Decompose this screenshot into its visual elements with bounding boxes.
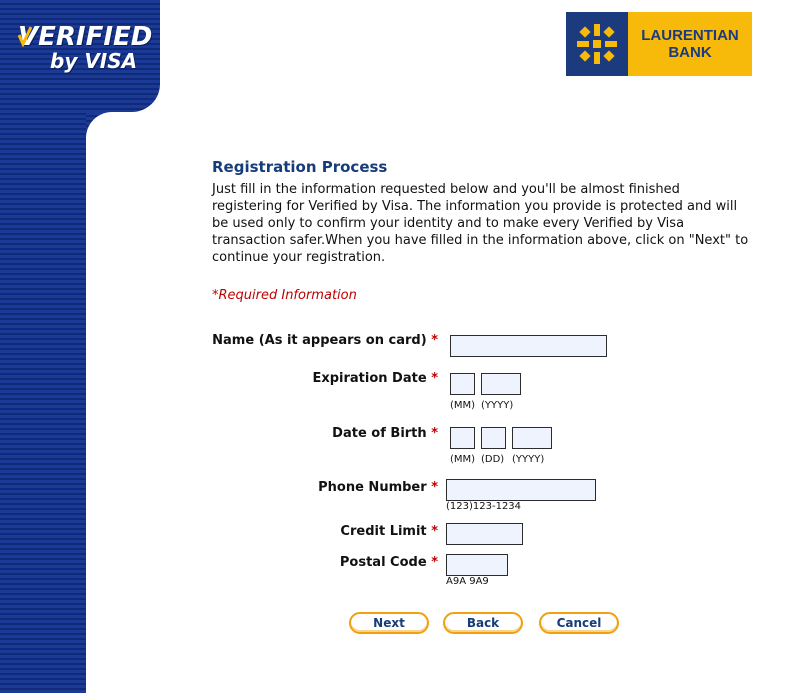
verified-by-visa-logo: VERIFIED by VISA	[18, 22, 153, 73]
phone-hint: (123)123-1234	[446, 501, 522, 512]
maple-emblem-icon	[566, 12, 628, 76]
name-input[interactable]	[450, 335, 607, 357]
logo-line-by-visa: by VISA	[50, 49, 138, 73]
dob-month-input[interactable]	[450, 427, 475, 449]
required-star: *	[431, 371, 438, 386]
required-star: *	[431, 426, 438, 441]
name-label: Name (As it appears on card) *	[212, 333, 438, 348]
page-title: Registration Process	[212, 158, 388, 176]
dob-label-text: Date of Birth	[332, 426, 427, 441]
bank-name: LAURENTIAN BANK	[628, 12, 752, 76]
next-button[interactable]: Next	[349, 612, 429, 634]
registration-intro: Registration Process Just fill in the in…	[212, 158, 752, 266]
postal-code-input[interactable]	[446, 554, 508, 576]
dob-label: Date of Birth *	[332, 426, 438, 441]
required-star: *	[431, 555, 438, 570]
phone-label: Phone Number *	[318, 480, 438, 495]
credit-limit-label-text: Credit Limit	[340, 524, 427, 539]
dob-month-hint: (MM)	[450, 454, 476, 465]
back-button[interactable]: Back	[443, 612, 523, 634]
credit-limit-input[interactable]	[446, 523, 523, 545]
expiration-month-input[interactable]	[450, 373, 475, 395]
name-label-text: Name (As it appears on card)	[212, 333, 427, 348]
expiration-label: Expiration Date *	[312, 371, 438, 386]
postal-code-hint: A9A 9A9	[446, 576, 489, 587]
required-star: *	[431, 480, 438, 495]
dob-year-hint: (YYYY)	[512, 454, 545, 465]
expiration-year-input[interactable]	[481, 373, 521, 395]
checkmark-icon	[18, 26, 32, 47]
bank-name-line2: BANK	[668, 44, 712, 61]
credit-limit-label: Credit Limit *	[340, 524, 438, 539]
cancel-button[interactable]: Cancel	[539, 612, 619, 634]
bank-name-line1: LAURENTIAN	[641, 27, 739, 44]
dob-day-hint: (DD)	[481, 454, 505, 465]
expiration-year-hint: (YYYY)	[481, 400, 514, 411]
logo-line-verified: VERIFIED	[18, 22, 153, 52]
dob-year-input[interactable]	[512, 427, 552, 449]
postal-code-label: Postal Code *	[340, 555, 438, 570]
expiration-label-text: Expiration Date	[312, 371, 427, 386]
phone-input[interactable]	[446, 479, 596, 501]
dob-day-input[interactable]	[481, 427, 506, 449]
laurentian-bank-logo: LAURENTIAN BANK	[566, 12, 752, 76]
intro-text: Just fill in the information requested b…	[212, 182, 749, 265]
required-note: *Required Information	[212, 288, 357, 303]
expiration-month-hint: (MM)	[450, 400, 476, 411]
postal-code-label-text: Postal Code	[339, 555, 427, 570]
required-star: *	[431, 524, 438, 539]
required-star: *	[431, 333, 438, 348]
phone-label-text: Phone Number	[318, 480, 427, 495]
